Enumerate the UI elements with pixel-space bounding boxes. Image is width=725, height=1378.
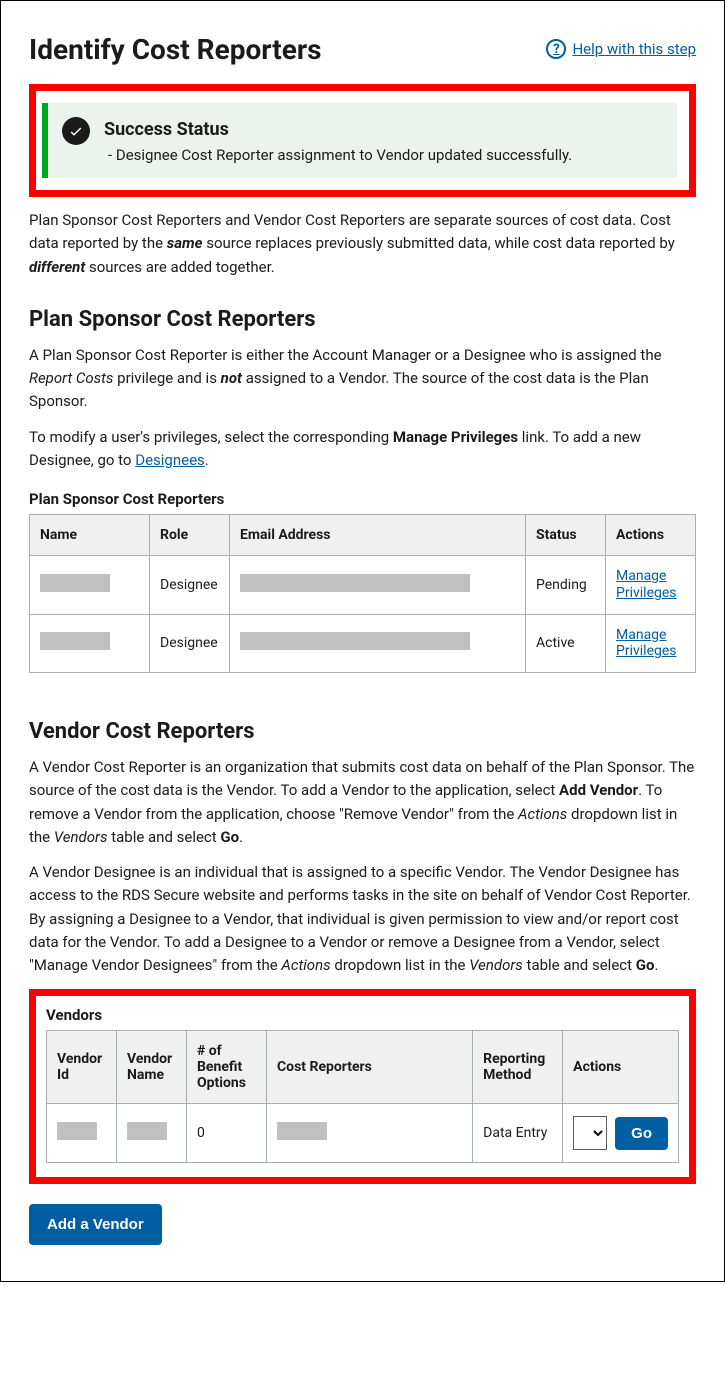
manage-privileges-link[interactable]: Manage Privileges xyxy=(616,568,677,601)
plan-sponsor-table-caption: Plan Sponsor Cost Reporters xyxy=(29,490,696,508)
redacted-name xyxy=(40,632,110,650)
cell-method: Data Entry xyxy=(473,1104,563,1163)
col-email: Email Address xyxy=(230,515,526,556)
redacted-email xyxy=(240,574,470,592)
success-highlight: Success Status Designee Cost Reporter as… xyxy=(29,84,696,197)
alert-title: Success Status xyxy=(104,119,572,140)
col-vendor-id: Vendor Id xyxy=(47,1031,117,1104)
cell-role: Designee xyxy=(150,614,230,673)
col-benefit: # of Benefit Options xyxy=(187,1031,267,1104)
vendors-table-caption: Vendors xyxy=(46,1006,679,1024)
vendor-p1: A Vendor Cost Reporter is an organizatio… xyxy=(29,756,696,849)
plan-sponsor-table: Name Role Email Address Status Actions D… xyxy=(29,514,696,673)
redacted-email xyxy=(240,632,470,650)
vendor-p2: A Vendor Designee is an individual that … xyxy=(29,861,696,977)
cell-role: Designee xyxy=(150,556,230,615)
table-row: Designee Active Manage Privileges xyxy=(30,614,696,673)
col-status: Status xyxy=(526,515,606,556)
cell-benefit: 0 xyxy=(187,1104,267,1163)
check-icon xyxy=(62,117,90,145)
vendors-highlight: Vendors Vendor Id Vendor Name # of Benef… xyxy=(29,989,696,1184)
redacted-reporters xyxy=(277,1122,327,1140)
alert-message: Designee Cost Reporter assignment to Ven… xyxy=(108,146,572,164)
plan-sponsor-p1: A Plan Sponsor Cost Reporter is either t… xyxy=(29,344,696,414)
col-actions: Actions xyxy=(606,515,696,556)
col-vendor-name: Vendor Name xyxy=(117,1031,187,1104)
table-row: Designee Pending Manage Privileges xyxy=(30,556,696,615)
col-role: Role xyxy=(150,515,230,556)
go-button[interactable]: Go xyxy=(615,1117,668,1150)
add-vendor-button[interactable]: Add a Vendor xyxy=(29,1204,162,1245)
help-link[interactable]: ? Help with this step xyxy=(546,39,696,59)
success-alert: Success Status Designee Cost Reporter as… xyxy=(42,103,677,178)
question-icon: ? xyxy=(546,39,566,59)
col-reporters: Cost Reporters xyxy=(267,1031,473,1104)
page-title: Identify Cost Reporters xyxy=(29,33,321,66)
designees-link[interactable]: Designees xyxy=(135,451,205,469)
plan-sponsor-heading: Plan Sponsor Cost Reporters xyxy=(29,307,696,332)
vendors-table: Vendor Id Vendor Name # of Benefit Optio… xyxy=(46,1030,679,1163)
table-row: 0 Data Entry Go xyxy=(47,1104,679,1163)
vendor-heading: Vendor Cost Reporters xyxy=(29,719,696,744)
plan-sponsor-p2: To modify a user's privileges, select th… xyxy=(29,426,696,473)
col-name: Name xyxy=(30,515,150,556)
help-link-label: Help with this step xyxy=(572,40,696,58)
manage-privileges-link[interactable]: Manage Privileges xyxy=(616,627,677,660)
cell-status: Active xyxy=(526,614,606,673)
col-actions: Actions xyxy=(563,1031,679,1104)
col-method: Reporting Method xyxy=(473,1031,563,1104)
redacted-name xyxy=(40,574,110,592)
actions-select[interactable] xyxy=(573,1116,607,1150)
redacted-vendor-name xyxy=(127,1122,167,1140)
cell-status: Pending xyxy=(526,556,606,615)
intro-paragraph: Plan Sponsor Cost Reporters and Vendor C… xyxy=(29,209,696,279)
redacted-vendor-id xyxy=(57,1122,97,1140)
